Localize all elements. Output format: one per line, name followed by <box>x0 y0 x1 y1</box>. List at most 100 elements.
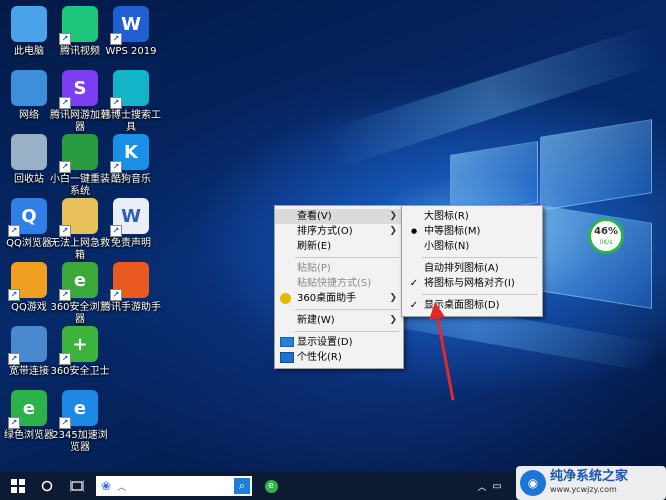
shortcut-arrow-icon: ↗ <box>8 225 20 237</box>
desktop-icon-label: 韩博士搜索工具 <box>101 110 161 133</box>
network-speed-widget[interactable]: 46% 0K/s <box>588 218 624 254</box>
menu-item-label: 显示设置(D) <box>297 337 353 348</box>
view-submenu-item[interactable]: 显示桌面图标(D) ✓ <box>402 298 542 313</box>
desktop-icon[interactable]: W ↗ WPS 2019 <box>100 6 162 58</box>
broadband-icon: ↗ <box>8 326 47 365</box>
watermark-url: www.ycwjzy.com <box>550 485 617 494</box>
network-icon <box>11 70 47 106</box>
tencent-game-accelerator-icon: S ↗ <box>59 70 98 109</box>
view-submenu-item[interactable]: 小图标(N) <box>402 239 542 254</box>
search-box[interactable]: ❀ ︿ ⌕ <box>96 476 252 496</box>
context-menu-item[interactable]: 查看(V) ❯ <box>275 209 403 224</box>
context-menu-item: 粘贴(P) <box>275 261 403 276</box>
cortana-button[interactable] <box>36 472 58 500</box>
display-icon <box>280 337 294 347</box>
shortcut-arrow-icon: ↗ <box>59 289 71 301</box>
tencent-video-icon: ↗ <box>59 6 98 45</box>
desktop-icon[interactable]: W ↗ 免责声明 <box>100 198 162 250</box>
desktop-icon-label: 腾讯手游助手 <box>101 302 161 313</box>
shortcut-arrow-icon: ↗ <box>8 353 20 365</box>
shortcut-arrow-icon: ↗ <box>110 97 122 109</box>
view-submenu: 大图标(R) 中等图标(M) ● 小图标(N) 自动排列图标(A) 将图标与网格对齐(I)… <box>401 205 543 317</box>
watermark-logo: ◉ 纯净系统之家 www.ycwjzy.com <box>516 466 666 500</box>
chevron-right-icon: ❯ <box>389 226 397 236</box>
chevron-right-icon: ❯ <box>389 293 397 303</box>
green-browser-icon: e ↗ <box>8 390 47 429</box>
tray-chevron[interactable]: ︿ <box>476 472 488 500</box>
shortcut-arrow-icon: ↗ <box>110 33 122 45</box>
menu-item-label: 粘贴(P) <box>297 263 331 274</box>
menu-item-label: 中等图标(M) <box>424 226 481 237</box>
2345-browser-icon: e ↗ <box>59 390 98 429</box>
taskbar-360-app[interactable]: e <box>262 472 280 500</box>
desktop-icon-label: 2345加速浏览器 <box>52 430 108 453</box>
qq-game-icon: ↗ <box>8 262 47 301</box>
menu-item-label: 新建(W) <box>297 315 335 326</box>
cortana-circle-icon <box>41 480 53 492</box>
chevron-up-icon: ︿ <box>477 482 487 493</box>
view-submenu-item[interactable]: 中等图标(M) ● <box>402 224 542 239</box>
context-menu-item[interactable]: 刷新(E) <box>275 239 403 254</box>
menu-separator <box>422 257 538 258</box>
shortcut-arrow-icon: ↗ <box>59 417 71 429</box>
chevron-right-icon: ❯ <box>389 211 397 221</box>
wps-icon: W ↗ <box>110 6 149 45</box>
tray-network[interactable]: ▭ <box>490 472 504 500</box>
recycle-bin-icon <box>11 134 47 170</box>
menu-item-label: 粘贴快捷方式(S) <box>297 278 372 289</box>
360-browser-icon: e ↗ <box>59 262 98 301</box>
speed-rate: 0K/s <box>599 239 613 246</box>
start-button[interactable] <box>0 472 36 500</box>
360-assistant-icon <box>280 293 291 304</box>
desktop-icon-label: 360安全卫士 <box>50 366 110 377</box>
desktop-icon[interactable]: + ↗ 360安全卫士 <box>49 326 111 378</box>
shortcut-arrow-icon: ↗ <box>59 353 71 365</box>
task-view-button[interactable] <box>64 472 90 500</box>
checkmark-icon: ✓ <box>409 300 419 311</box>
360-green-icon: e <box>264 479 278 493</box>
context-menu-item[interactable]: 排序方式(O) ❯ <box>275 224 403 239</box>
desktop-icon-label: 免责声明 <box>111 238 151 249</box>
desktop-icon-label: WPS 2019 <box>105 46 157 57</box>
shortcut-arrow-icon: ↗ <box>110 225 122 237</box>
desktop-icon[interactable]: ↗ 韩博士搜索工具 <box>100 70 162 134</box>
context-menu-item[interactable]: 显示设置(D) <box>275 335 403 350</box>
shortcut-arrow-icon: ↗ <box>110 161 122 173</box>
desktop-context-menu: 查看(V) ❯ 排序方式(O) ❯ 刷新(E) 粘贴(P) 粘贴快捷方式(S) 360桌面助手… <box>274 205 404 369</box>
view-submenu-item[interactable]: 大图标(R) <box>402 209 542 224</box>
menu-separator <box>295 257 399 258</box>
menu-separator <box>422 294 538 295</box>
watermark-emblem-icon: ◉ <box>520 470 546 496</box>
speed-percent: 46% <box>594 226 618 237</box>
folder-icon: ↗ <box>59 198 98 237</box>
shortcut-arrow-icon: ↗ <box>59 97 71 109</box>
menu-item-label: 将图标与网格对齐(I) <box>424 278 515 289</box>
menu-separator <box>295 331 399 332</box>
desktop-icon[interactable]: ↗ 腾讯手游助手 <box>100 262 162 314</box>
network-tray-icon: ▭ <box>492 480 502 492</box>
menu-item-label: 大图标(R) <box>424 211 469 222</box>
search-input[interactable] <box>126 479 221 493</box>
context-menu-item[interactable]: 个性化(R) <box>275 350 403 365</box>
chevron-right-icon: ❯ <box>389 315 397 325</box>
menu-item-label: 排序方式(O) <box>297 226 353 237</box>
search-tool-icon: ↗ <box>110 70 149 109</box>
menu-item-label: 个性化(R) <box>297 352 342 363</box>
view-submenu-item[interactable]: 自动排列图标(A) <box>402 261 542 276</box>
shortcut-arrow-icon: ↗ <box>59 33 71 45</box>
windows-start-icon <box>11 479 25 493</box>
menu-item-label: 小图标(N) <box>424 241 470 252</box>
desktop-icon[interactable]: K ↗ 酷狗音乐 <box>100 134 162 186</box>
view-submenu-item[interactable]: 将图标与网格对齐(I) ✓ <box>402 276 542 291</box>
360-safe-icon: + ↗ <box>59 326 98 365</box>
document-icon: W ↗ <box>110 198 149 237</box>
kugou-music-icon: K ↗ <box>110 134 149 173</box>
desktop-icon[interactable]: e ↗ 2345加速浏览器 <box>49 390 111 454</box>
context-menu-item[interactable]: 新建(W) ❯ <box>275 313 403 328</box>
watermark-title: 纯净系统之家 <box>550 469 629 484</box>
context-menu-item[interactable]: 360桌面助手 ❯ <box>275 291 403 306</box>
shortcut-arrow-icon: ↗ <box>110 289 122 301</box>
search-icon[interactable]: ⌕ <box>234 478 250 494</box>
shortcut-arrow-icon: ↗ <box>8 417 20 429</box>
menu-item-label: 360桌面助手 <box>297 293 357 304</box>
